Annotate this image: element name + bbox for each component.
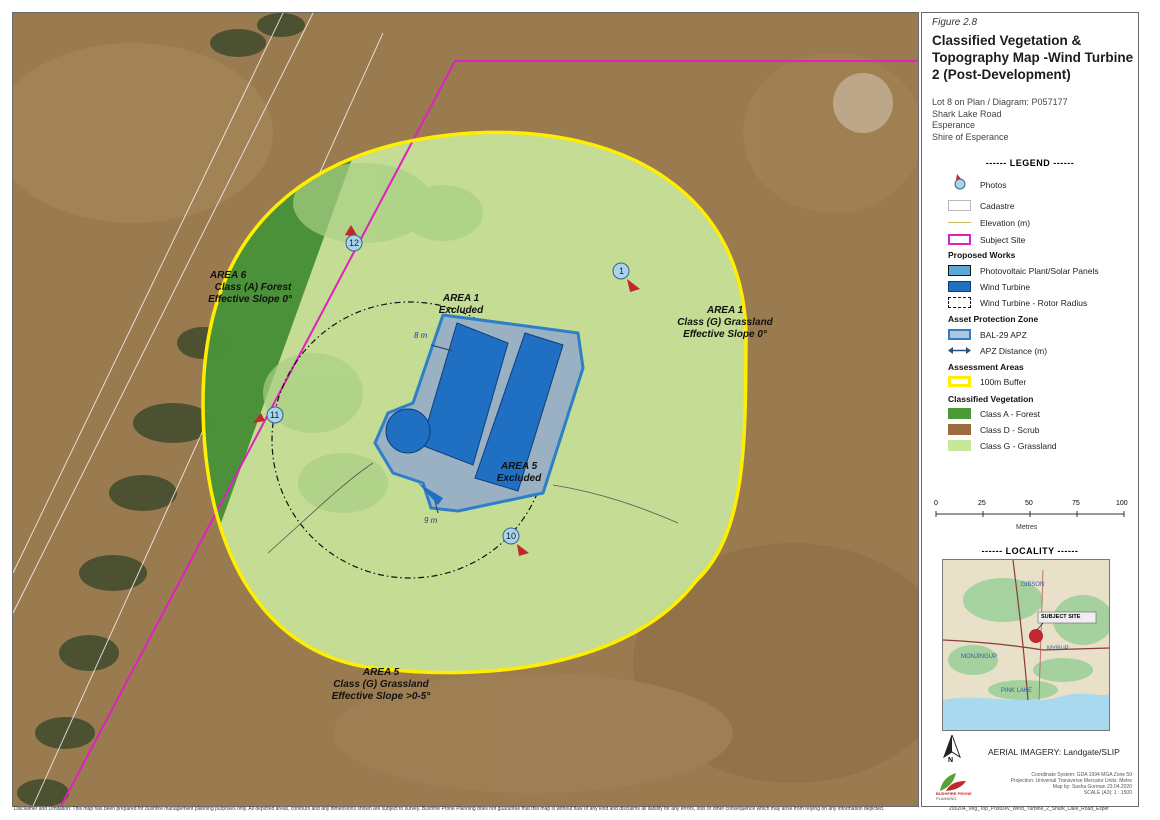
scale-tick: 25 <box>978 500 986 507</box>
north-arrow-icon: N <box>940 733 964 767</box>
location-line: Shire of Esperance <box>932 131 1009 142</box>
svg-text:Effective Slope 0°: Effective Slope 0° <box>208 294 293 305</box>
bushfire-prone-planning-logo: BUSHFIRE PRONE PLANNING <box>936 771 972 801</box>
locality-town: MYRUP <box>1047 646 1069 652</box>
legend-item-wind-turbine: Wind Turbine <box>948 281 1142 293</box>
subject-site-swatch <box>948 234 971 245</box>
map-metadata: Coordinate System: GDA 1994 MGA Zone 50 … <box>982 772 1132 796</box>
scale-tick: 0 <box>934 500 938 507</box>
location-info: Lot 8 on Plan / Diagram: P057177 Shark L… <box>932 97 1068 143</box>
legend-heading-proposed-works: Proposed Works <box>948 250 1016 260</box>
location-line: Lot 8 on Plan / Diagram: P057177 <box>932 97 1068 107</box>
double-arrow-icon <box>948 345 971 356</box>
document-reference: 200204_Veg_Top_PostDev_Wind_Turbine_2_Sh… <box>949 806 1109 812</box>
legend-heading: ------ LEGEND ------ <box>985 158 1075 168</box>
cadastre-swatch <box>948 200 971 211</box>
svg-text:Class (G) Grassland: Class (G) Grassland <box>333 679 429 690</box>
legend-item-rotor-radius: Wind Turbine - Rotor Radius <box>948 297 1142 309</box>
apz-distance-north: 8 m <box>414 331 428 340</box>
svg-text:AREA 6: AREA 6 <box>209 270 247 281</box>
legend-item-cadastre: Cadastre <box>948 200 1142 212</box>
legend-item-scrub: Class D - Scrub <box>948 424 1142 436</box>
scale-bar: 0 25 50 75 100 Metres <box>934 500 1128 534</box>
svg-text:Excluded: Excluded <box>497 473 542 484</box>
scale-tick: 75 <box>1072 500 1080 507</box>
disclaimer: Disclaimer and Limitation: This map has … <box>14 806 885 812</box>
locality-heading: ------ LOCALITY ------ <box>981 546 1079 556</box>
locality-town: PINK LAKE <box>1001 688 1033 694</box>
svg-text:Excluded: Excluded <box>439 305 484 316</box>
legend-item-photos: Photos <box>952 174 1142 191</box>
apz-distance-south: 9 m <box>424 516 438 525</box>
legend-item-grassland: Class G - Grassland <box>948 440 1142 452</box>
wind-turbine-swatch <box>948 281 971 292</box>
legend-heading-assessment: Assessment Areas <box>948 362 1024 372</box>
scale-tick: 100 <box>1116 500 1128 507</box>
buffer-swatch <box>948 376 971 387</box>
locality-town: MONJINGUP <box>961 654 997 660</box>
wind-turbine <box>385 408 431 454</box>
forest-swatch <box>948 408 971 419</box>
label-area1-excluded: AREA 1 Excluded <box>439 293 484 316</box>
map-title: Classified Vegetation & Topography Map -… <box>932 33 1134 82</box>
apz-swatch <box>948 329 971 340</box>
location-line: Esperance <box>932 120 976 130</box>
legend-item-bal29-apz: BAL-29 APZ <box>948 329 1142 341</box>
aerial-credit: AERIAL IMAGERY: Landgate/SLIP <box>988 747 1120 757</box>
locality-subject-label: SUBJECT SITE <box>1041 614 1081 620</box>
svg-text:AREA 1: AREA 1 <box>442 293 480 304</box>
svg-text:Class (G) Grassland: Class (G) Grassland <box>677 317 773 328</box>
label-area5-excluded: AREA 5 Excluded <box>497 461 542 484</box>
north-label: N <box>948 757 954 764</box>
legend-item-subject-site: Subject Site <box>948 234 1142 246</box>
legend-item-buffer: 100m Buffer <box>948 376 1142 388</box>
svg-text:Effective Slope 0°: Effective Slope 0° <box>683 329 768 340</box>
info-panel: Figure 2.8 Classified Vegetation & Topog… <box>921 12 1139 807</box>
photo-marker-icon <box>948 174 971 190</box>
rotor-radius-swatch <box>948 297 971 308</box>
svg-text:AREA 5: AREA 5 <box>500 461 538 472</box>
photo-number: 12 <box>349 238 359 248</box>
elevation-swatch <box>948 217 971 228</box>
photo-number: 1 <box>619 266 624 276</box>
scale-tick: 50 <box>1025 500 1033 507</box>
legend-heading-vegetation: Classified Vegetation <box>948 394 1034 404</box>
figure-label: Figure 2.8 <box>932 17 978 28</box>
svg-text:AREA 1: AREA 1 <box>706 305 744 316</box>
solar-swatch <box>948 265 971 276</box>
locality-map: SUBJECT SITE GIBSON MONJINGUP MYRUP PINK… <box>942 559 1110 731</box>
scrub-swatch <box>948 424 971 435</box>
svg-text:AREA 5: AREA 5 <box>362 667 400 678</box>
locality-town: GIBSON <box>1021 582 1045 588</box>
map-frame: 8 m 9 m 12 1 11 10 AREA 6 Class (A) Fore… <box>12 12 919 807</box>
meta-line: SCALE (A3): 1 : 1500 <box>1083 790 1132 796</box>
map-canvas: 8 m 9 m 12 1 11 10 AREA 6 Class (A) Fore… <box>13 13 918 806</box>
location-line: Shark Lake Road <box>932 108 1002 119</box>
legend-item-solar: Photovoltaic Plant/Solar Panels <box>948 265 1142 277</box>
legend-heading-apz: Asset Protection Zone <box>948 314 1039 324</box>
logo-text: PLANNING <box>936 796 957 801</box>
svg-text:Effective Slope >0-5°: Effective Slope >0-5° <box>332 691 432 702</box>
scale-unit: Metres <box>1016 524 1038 531</box>
svg-text:Class (A) Forest: Class (A) Forest <box>215 282 292 293</box>
photo-number: 10 <box>506 531 516 541</box>
grassland-swatch <box>948 440 971 451</box>
legend-item-apz-distance: APZ Distance (m) <box>948 345 1142 357</box>
legend-item-elevation: Elevation (m) <box>948 217 1142 229</box>
legend-item-forest: Class A - Forest <box>948 408 1142 420</box>
photo-number: 11 <box>270 410 279 420</box>
